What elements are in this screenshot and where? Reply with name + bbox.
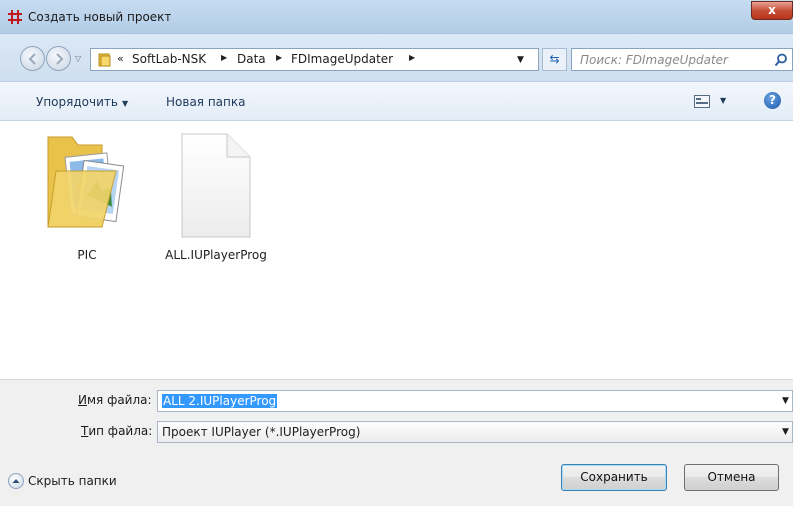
breadcrumb-overflow[interactable]: « bbox=[117, 52, 124, 65]
filetype-label: Тип файла: bbox=[81, 424, 153, 438]
recent-pages-icon[interactable]: ▽ bbox=[75, 54, 85, 64]
view-options-icon[interactable] bbox=[694, 95, 710, 108]
breadcrumb-separator-icon[interactable]: ▶ bbox=[221, 53, 227, 62]
command-bar: Упорядочить ▼ Новая папка ▼ ? bbox=[0, 82, 793, 121]
back-arrow-icon bbox=[28, 53, 36, 65]
refresh-button[interactable]: ⇆ bbox=[542, 48, 567, 71]
filetype-select[interactable]: Проект IUPlayer (*.IUPlayerProg) ▼ bbox=[157, 421, 793, 443]
file-name: ALL.IUPlayerProg bbox=[165, 248, 267, 262]
address-row: ▽ « SoftLab-NSK ▶ Data ▶ FDImageUpdater … bbox=[0, 34, 793, 82]
breadcrumb-item[interactable]: SoftLab-NSK bbox=[132, 52, 206, 66]
chevron-down-icon[interactable]: ▼ bbox=[782, 396, 789, 406]
cancel-button[interactable]: Отмена bbox=[684, 464, 779, 491]
search-placeholder: Поиск: FDImageUpdater bbox=[580, 53, 728, 67]
back-button[interactable] bbox=[20, 46, 45, 71]
chevron-down-icon[interactable]: ▼ bbox=[517, 55, 524, 65]
breadcrumb-item[interactable]: FDImageUpdater bbox=[291, 52, 393, 66]
chevron-down-icon: ▼ bbox=[121, 99, 129, 108]
breadcrumb-item[interactable]: Data bbox=[237, 52, 266, 66]
address-bar[interactable]: « SoftLab-NSK ▶ Data ▶ FDImageUpdater ▶ … bbox=[90, 48, 539, 71]
help-icon[interactable]: ? bbox=[764, 92, 781, 109]
filename-label: Имя файла: bbox=[78, 393, 152, 407]
breadcrumb-separator-icon[interactable]: ▶ bbox=[276, 53, 282, 62]
filename-value: ALL 2.IUPlayerProg bbox=[162, 394, 278, 408]
folder-icon bbox=[47, 136, 125, 228]
refresh-icon: ⇆ bbox=[549, 52, 560, 66]
collapse-icon bbox=[8, 473, 24, 489]
organize-label: Упорядочить bbox=[36, 95, 118, 109]
organize-menu[interactable]: Упорядочить ▼ bbox=[36, 95, 128, 109]
new-folder-button[interactable]: Новая папка bbox=[166, 95, 245, 109]
file-list: PIC ALL.IUPlayerProg bbox=[0, 121, 793, 379]
chevron-down-icon[interactable]: ▼ bbox=[720, 96, 726, 105]
window-title: Создать новый проект bbox=[28, 10, 172, 24]
folder-icon bbox=[98, 53, 111, 67]
close-button[interactable]: x bbox=[751, 1, 793, 20]
hide-folders-label: Скрыть папки bbox=[28, 474, 117, 488]
blank-file-icon bbox=[181, 133, 251, 238]
save-panel: Имя файла: ALL 2.IUPlayerProg ▼ Тип файл… bbox=[0, 379, 793, 506]
filetype-value: Проект IUPlayer (*.IUPlayerProg) bbox=[162, 425, 361, 439]
breadcrumb-separator-icon[interactable]: ▶ bbox=[409, 53, 415, 62]
chevron-down-icon: ▼ bbox=[782, 427, 789, 437]
search-input[interactable]: Поиск: FDImageUpdater bbox=[571, 48, 793, 71]
filename-input[interactable]: ALL 2.IUPlayerProg ▼ bbox=[157, 390, 793, 412]
forward-button[interactable] bbox=[46, 46, 71, 71]
title-bar: Создать новый проект x bbox=[0, 0, 793, 34]
file-item[interactable]: PIC bbox=[27, 121, 147, 271]
file-item[interactable]: ALL.IUPlayerProg bbox=[156, 121, 276, 271]
search-icon[interactable] bbox=[774, 53, 788, 67]
app-icon bbox=[8, 10, 22, 24]
file-name: PIC bbox=[77, 248, 97, 262]
save-button[interactable]: Сохранить bbox=[561, 464, 667, 491]
forward-arrow-icon bbox=[56, 53, 64, 65]
